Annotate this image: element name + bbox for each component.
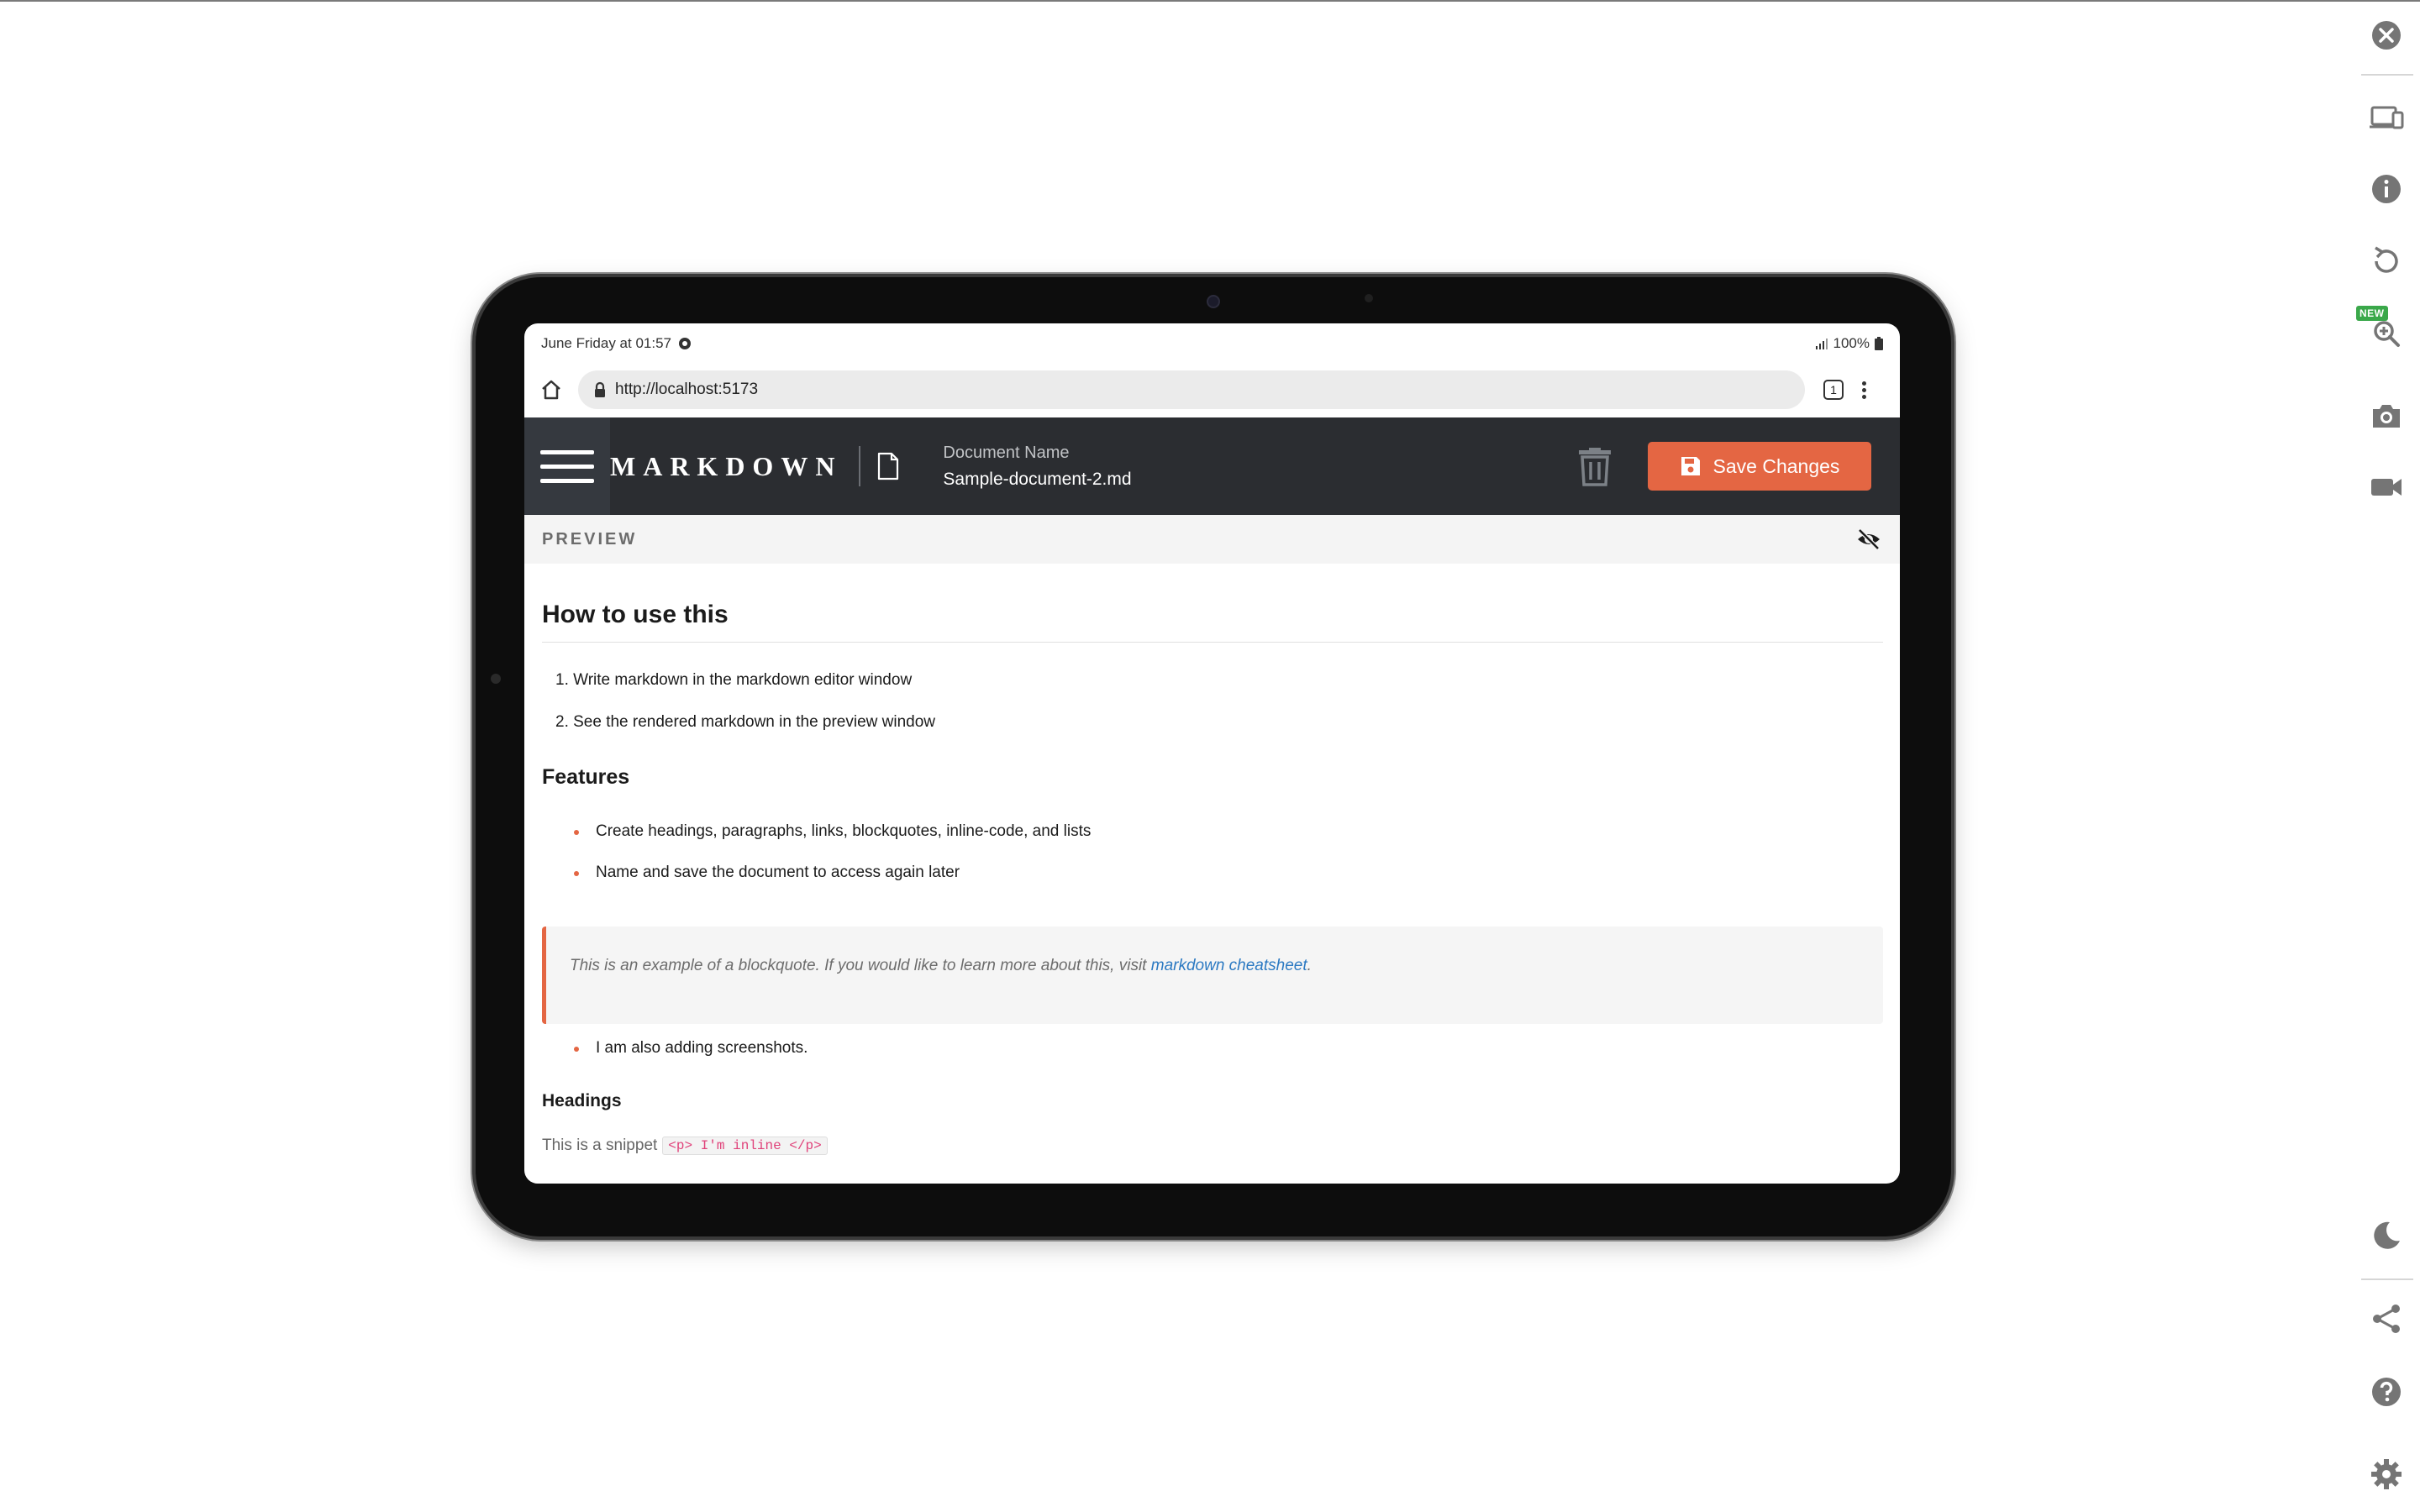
- toolbar-divider: [2361, 1278, 2413, 1280]
- notification-icon: [678, 338, 691, 349]
- front-camera: [1207, 295, 1220, 308]
- document-name-label: Document Name: [943, 443, 1070, 462]
- close-icon[interactable]: [2361, 10, 2412, 60]
- heading-features: Features: [542, 765, 630, 789]
- ordered-list-item: 2. See the rendered markdown in the prev…: [555, 713, 936, 731]
- snippet-paragraph: This is a snippet <p> I'm inline </p>: [542, 1137, 828, 1155]
- blockquote-text: This is an example of a blockquote. If y…: [570, 957, 1151, 974]
- status-time: June Friday at 01:57: [541, 335, 671, 351]
- heading-headings: Headings: [542, 1091, 622, 1110]
- delete-document-icon[interactable]: [1577, 446, 1612, 486]
- battery-percent: 100%: [1833, 335, 1870, 351]
- url-text: http://localhost:5173: [615, 381, 759, 398]
- browser-bar: http://localhost:5173 1: [524, 364, 1900, 416]
- bullet-list-item: Create headings, paragraphs, links, bloc…: [573, 822, 1092, 840]
- app-logo: MARKDOWN: [610, 450, 843, 481]
- inline-code: <p> I'm inline </p>: [662, 1137, 828, 1155]
- toolbar-divider: [2361, 74, 2413, 76]
- heading-rule: [542, 642, 1883, 643]
- browser-menu-icon[interactable]: [1862, 381, 1866, 399]
- gear-icon[interactable]: [2361, 1449, 2412, 1499]
- zoom-icon[interactable]: NEW: [2356, 306, 2412, 358]
- right-toolbar: NEW: [2353, 0, 2420, 1512]
- side-sensor: [491, 674, 501, 684]
- hide-preview-icon[interactable]: [1855, 526, 1882, 553]
- bullet-list-item: Name and save the document to access aga…: [573, 864, 960, 881]
- document-name-field[interactable]: Document Name Sample-document-2.md: [943, 444, 1131, 490]
- info-icon[interactable]: [2361, 164, 2412, 214]
- top-rule: [0, 0, 2420, 2]
- preview-bar: PREVIEW: [524, 515, 1900, 564]
- tab-switcher-button[interactable]: 1: [1823, 380, 1844, 400]
- document-name-input[interactable]: Sample-document-2.md: [943, 470, 1131, 490]
- battery-icon: [1875, 337, 1883, 350]
- save-button-label: Save Changes: [1712, 454, 1840, 477]
- home-icon[interactable]: [539, 378, 563, 402]
- bullet-list-item: I am also adding screenshots.: [573, 1039, 808, 1057]
- camera-icon[interactable]: [2361, 391, 2412, 441]
- status-bar: June Friday at 01:57 100%: [524, 323, 1900, 364]
- cheatsheet-link[interactable]: markdown cheatsheet: [1151, 957, 1307, 974]
- save-changes-button[interactable]: Save Changes: [1648, 442, 1871, 491]
- new-badge: NEW: [2356, 306, 2388, 321]
- app-header: MARKDOWN Document Name Sample-document-2…: [524, 417, 1900, 515]
- sensor: [1365, 294, 1373, 302]
- document-icon: [878, 452, 899, 480]
- rotate-icon[interactable]: [2361, 236, 2412, 286]
- hamburger-menu-button[interactable]: [524, 417, 610, 515]
- snippet-text: This is a snippet: [542, 1137, 658, 1154]
- signal-icon: [1815, 339, 1828, 349]
- video-icon[interactable]: [2361, 462, 2412, 512]
- share-icon[interactable]: [2361, 1294, 2412, 1344]
- address-bar[interactable]: http://localhost:5173: [578, 370, 1805, 409]
- save-icon: [1681, 457, 1700, 475]
- blockquote-end: .: [1307, 957, 1312, 974]
- preview-title: PREVIEW: [542, 529, 638, 549]
- header-divider: [859, 446, 861, 486]
- devices-icon[interactable]: [2361, 92, 2412, 143]
- heading-how-to-use: How to use this: [542, 601, 729, 628]
- help-icon[interactable]: [2361, 1367, 2412, 1417]
- lock-icon: [595, 381, 605, 397]
- moon-icon[interactable]: [2361, 1210, 2412, 1260]
- blockquote: This is an example of a blockquote. If y…: [542, 927, 1883, 1024]
- ordered-list-item: 1. Write markdown in the markdown editor…: [555, 671, 913, 689]
- tablet-screen: June Friday at 01:57 100% http://localho…: [524, 323, 1900, 1184]
